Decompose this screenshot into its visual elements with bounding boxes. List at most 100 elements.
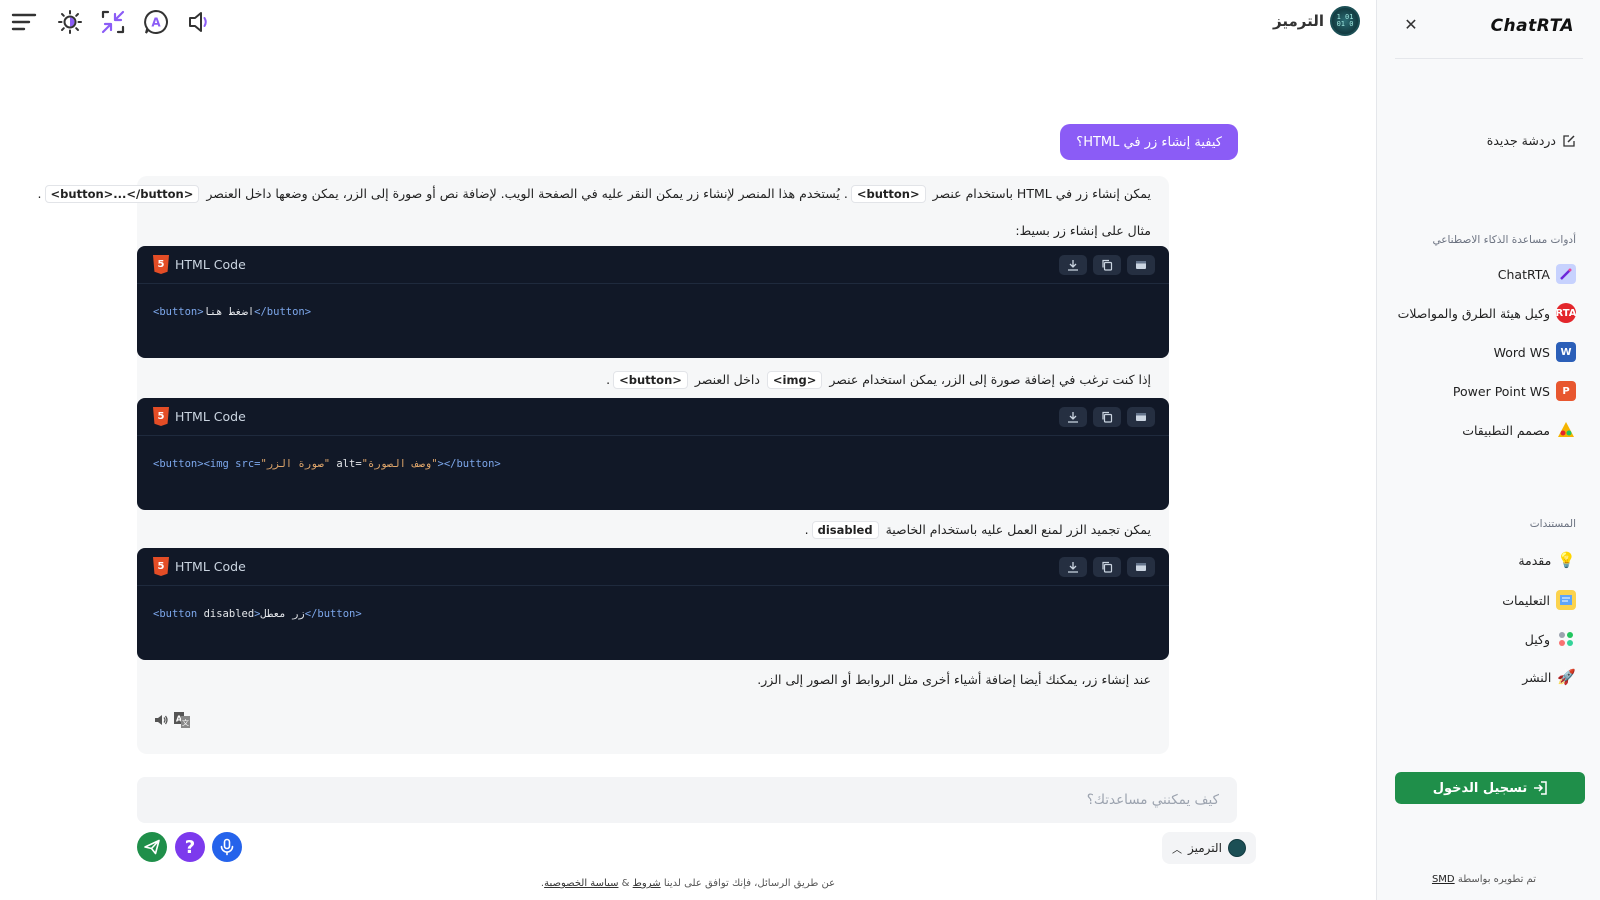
word-icon: W <box>1556 342 1576 362</box>
docs-heading: المستندات <box>1529 518 1576 530</box>
divider <box>1395 58 1583 59</box>
tools-heading: أدوات مساعدة الذكاء الاصطناعي <box>1432 234 1576 246</box>
copy-icon[interactable] <box>1093 255 1121 275</box>
html5-icon: 5 <box>153 557 169 576</box>
disabled-text-start: يمكن تجميد الزر لمنع العمل عليه باستخدام… <box>885 522 1151 537</box>
open-window-icon[interactable] <box>1127 255 1155 275</box>
model-logo-icon <box>1227 839 1246 857</box>
open-window-icon[interactable] <box>1127 557 1155 577</box>
sidebar-item-word[interactable]: W Word WS <box>1494 342 1576 362</box>
translate-icon[interactable]: A文 <box>173 711 191 733</box>
send-button[interactable] <box>137 832 167 862</box>
palette-icon <box>1556 420 1576 440</box>
a-badge-icon[interactable]: A <box>142 8 170 36</box>
read-aloud-icon[interactable] <box>153 712 169 732</box>
model-selector[interactable]: الترميز ︿ <box>1162 832 1256 864</box>
chevron-up-icon: ︿ <box>1172 844 1182 856</box>
rocket-icon: 🚀 <box>1557 668 1576 686</box>
brand[interactable]: 01 10 01 الترميز <box>1273 6 1360 36</box>
sidebar-item-chatrta[interactable]: ChatRTA <box>1498 264 1576 284</box>
intro-text-middle: . يُستخدم هذا المنصر لإنشاء زر يمكن النق… <box>206 186 848 201</box>
download-icon[interactable] <box>1059 557 1087 577</box>
html5-icon: 5 <box>153 255 169 274</box>
sidebar-item-agent[interactable]: وكيل <box>1525 629 1576 649</box>
image-text-end: . <box>606 372 611 387</box>
collapse-arrows-icon[interactable] <box>99 8 127 36</box>
inline-code-button: <button> <box>613 371 688 389</box>
terms-link[interactable]: شروط <box>633 878 661 889</box>
chat-area: كيفية إنشاء زر في HTML؟ يمكن إنشاء زر في… <box>0 44 1376 900</box>
image-text-middle: داخل العنصر <box>694 372 760 387</box>
copy-icon[interactable] <box>1093 407 1121 427</box>
code-block-header: 5 HTML Code <box>137 398 1169 436</box>
privacy-link[interactable]: سياسة الخصوصية <box>544 878 618 889</box>
sidebar-item-rta-agent[interactable]: RTA وكيل هيئة الطرق والمواصلات <box>1398 303 1577 323</box>
code-block-header: 5 HTML Code <box>137 548 1169 586</box>
edit-icon <box>1563 134 1575 147</box>
code-block: 5 HTML Code <button disabled>زر معطل</but… <box>137 548 1169 660</box>
sidebar-item-powerpoint[interactable]: P Power Point WS <box>1453 381 1576 401</box>
assistant-answer: يمكن إنشاء زر في HTML باستخدام عنصر <but… <box>38 176 1169 754</box>
inline-code-img: <img> <box>766 371 823 389</box>
brand-logo: 01 10 01 <box>1330 6 1360 36</box>
speaker-icon[interactable] <box>185 8 213 36</box>
top-toolbar: A 01 10 01 الترميز <box>0 0 1376 44</box>
question-mark-icon: ? <box>184 836 196 858</box>
smd-link[interactable]: SMD <box>1432 874 1455 885</box>
document-icon <box>1556 590 1576 610</box>
intro-text-end: . <box>37 186 42 201</box>
sidebar-item-deploy[interactable]: 🚀 النشر <box>1522 668 1576 686</box>
intro-paragraph: يمكن إنشاء زر في HTML باستخدام عنصر <but… <box>37 185 1151 203</box>
rta-logo-icon: RTA <box>1555 303 1577 323</box>
code-block-title: HTML Code <box>175 559 246 574</box>
svg-text:文: 文 <box>182 718 189 727</box>
sidebar-item-app-designer[interactable]: مصمم التطبيقات <box>1462 420 1576 440</box>
code-block-title: HTML Code <box>175 257 246 272</box>
microphone-icon <box>220 838 234 856</box>
send-icon <box>144 839 160 855</box>
html5-icon: 5 <box>153 407 169 426</box>
login-button[interactable]: تسجيل الدخول <box>1395 772 1585 804</box>
example-label: مثال على إنشاء زر بسيط: <box>1015 223 1151 238</box>
app-root: A 01 10 01 الترميز كيفية إنشاء زر في HTM… <box>0 0 1600 900</box>
sidebar-item-instructions[interactable]: التعليمات <box>1502 590 1576 610</box>
image-paragraph: إذا كنت ترغب في إضافة صورة إلى الزر، يمك… <box>606 371 1151 389</box>
closing-paragraph: عند إنشاء زر، يمكنك أيضا إضافة أشياء أخر… <box>757 672 1151 687</box>
login-icon <box>1534 781 1548 795</box>
new-chat-label: دردشة جديدة <box>1486 133 1556 148</box>
sidebar-title: ChatRTA <box>1490 16 1574 36</box>
developer-credit: تم تطويره بواسطة SMD <box>1431 874 1536 885</box>
inline-code-button: <button> <box>850 185 926 203</box>
prompt-input-box <box>137 777 1237 823</box>
close-icon[interactable]: ✕ <box>1401 14 1421 34</box>
code-block-header: 5 HTML Code <box>137 246 1169 284</box>
sidebar: ✕ ChatRTA دردشة جديدة أدوات مساعدة الذكا… <box>1376 0 1600 900</box>
microphone-button[interactable] <box>212 832 242 862</box>
download-icon[interactable] <box>1059 407 1087 427</box>
inline-code-button-pair: <button>...</button> <box>44 185 200 203</box>
new-chat-button[interactable]: دردشة جديدة <box>1487 133 1576 148</box>
inline-code-disabled: disabled <box>811 521 879 539</box>
help-button[interactable]: ? <box>175 832 205 862</box>
login-label: تسجيل الدخول <box>1432 780 1528 796</box>
agent-people-icon <box>1556 629 1576 649</box>
download-icon[interactable] <box>1059 255 1087 275</box>
copy-icon[interactable] <box>1093 557 1121 577</box>
code-block-title: HTML Code <box>175 409 246 424</box>
prompt-input[interactable] <box>169 777 1219 823</box>
code-block: 5 HTML Code <button><img src="صورة الزر" … <box>137 398 1169 510</box>
menu-lines-icon[interactable] <box>10 8 38 36</box>
sun-brightness-icon[interactable] <box>56 8 84 36</box>
sidebar-item-intro[interactable]: 💡 مقدمة <box>1518 551 1576 569</box>
brand-name: الترميز <box>1273 12 1324 30</box>
code-block: 5 HTML Code <button>اضغط هنا</button> <box>137 246 1169 358</box>
wand-icon <box>1556 264 1576 284</box>
model-label: الترميز <box>1188 841 1222 855</box>
image-text-start: إذا كنت ترغب في إضافة صورة إلى الزر، يمك… <box>829 372 1151 387</box>
disabled-paragraph: يمكن تجميد الزر لمنع العمل عليه باستخدام… <box>804 521 1151 539</box>
user-message-bubble: كيفية إنشاء زر في HTML؟ <box>1060 124 1238 160</box>
terms-disclaimer: عن طريق الرسائل، فإنك توافق على لدينا شر… <box>540 878 836 889</box>
disabled-text-end: . <box>804 522 809 537</box>
open-window-icon[interactable] <box>1127 407 1155 427</box>
user-message-text: كيفية إنشاء زر في HTML؟ <box>1076 134 1222 150</box>
